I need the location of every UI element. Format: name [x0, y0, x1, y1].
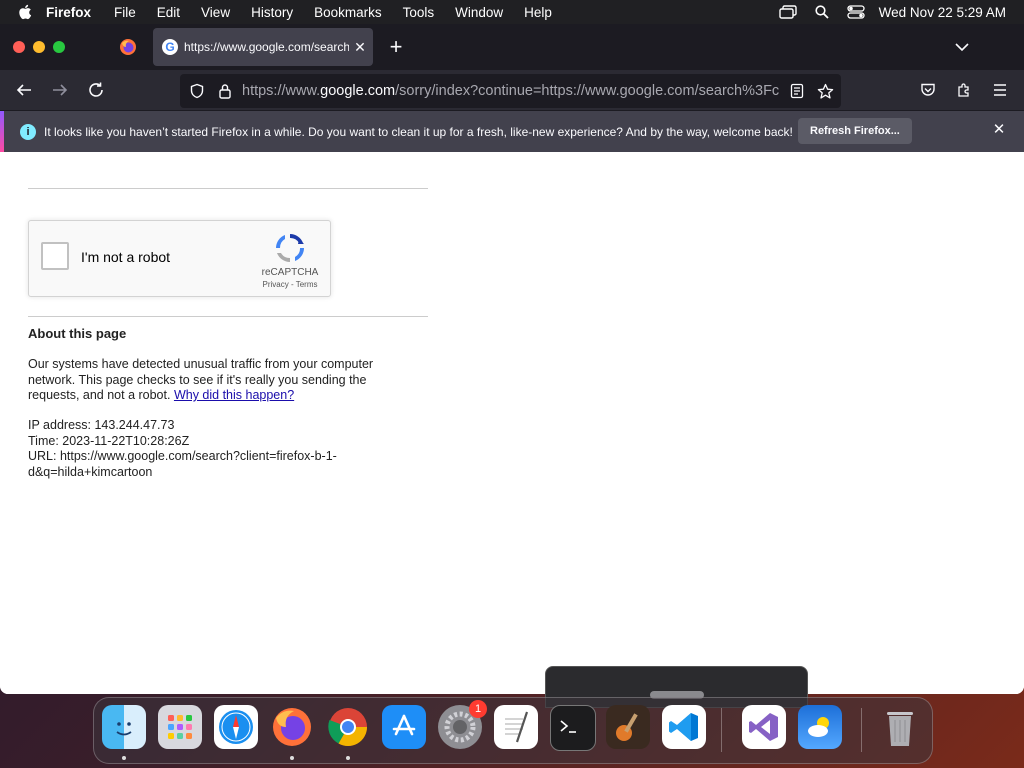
menu-tools[interactable]: Tools: [403, 5, 435, 20]
divider: [28, 316, 428, 317]
safari-icon[interactable]: [214, 705, 258, 749]
menu-bookmarks[interactable]: Bookmarks: [314, 5, 382, 20]
firefox-window: G https://www.google.com/search ✕ + http…: [0, 24, 1024, 694]
divider: [28, 188, 428, 189]
menu-window[interactable]: Window: [455, 5, 503, 20]
list-all-tabs-chevron-down-icon[interactable]: [952, 37, 972, 57]
privacy-link[interactable]: Privacy: [263, 280, 289, 289]
spotlight-search-icon[interactable]: [813, 5, 831, 19]
notification-badge: 1: [469, 700, 487, 718]
launchpad-icon[interactable]: [158, 705, 202, 749]
notification-message: It looks like you haven’t started Firefo…: [44, 124, 793, 139]
tab-bar: G https://www.google.com/search ✕ +: [0, 24, 1024, 70]
recaptcha-logo-icon: [273, 231, 307, 265]
trash-icon[interactable]: [878, 705, 922, 749]
finder-icon[interactable]: [102, 705, 146, 749]
recaptcha-checkbox[interactable]: [41, 242, 69, 270]
pinned-tab-firefox[interactable]: [110, 30, 146, 64]
tab-title: https://www.google.com/search: [184, 40, 349, 54]
recaptcha-label: I'm not a robot: [81, 249, 171, 265]
reload-icon[interactable]: [85, 79, 107, 101]
close-window-button[interactable]: [13, 41, 25, 53]
apple-icon[interactable]: [18, 4, 34, 20]
menu-bar: Firefox File Edit View History Bookmarks…: [0, 0, 1024, 24]
close-tab-icon[interactable]: ✕: [352, 39, 368, 56]
reader-view-icon[interactable]: [788, 82, 806, 100]
recaptcha-links: Privacy - Terms: [262, 280, 318, 289]
menu-edit[interactable]: Edit: [157, 5, 180, 20]
visual-studio-icon[interactable]: [742, 705, 786, 749]
weather-icon[interactable]: [798, 705, 842, 749]
info-icon: i: [20, 123, 36, 140]
recaptcha-widget: I'm not a robot reCAPTCHA Privacy - Term…: [28, 220, 331, 297]
menubar-clock[interactable]: Wed Nov 22 5:29 AM: [879, 5, 1006, 20]
forward-arrow-icon[interactable]: [49, 79, 71, 101]
app-store-icon[interactable]: [382, 705, 426, 749]
terms-link[interactable]: Terms: [296, 280, 318, 289]
ip-address: IP address: 143.244.47.73: [28, 418, 175, 432]
minimize-window-button[interactable]: [33, 41, 45, 53]
refresh-firefox-button[interactable]: Refresh Firefox...: [798, 118, 912, 144]
request-url-continued: d&q=hilda+kimcartoon: [28, 464, 153, 479]
menu-help[interactable]: Help: [524, 5, 552, 20]
back-arrow-icon[interactable]: [13, 79, 35, 101]
new-tab-button[interactable]: +: [386, 32, 406, 62]
textedit-icon[interactable]: [494, 705, 538, 749]
tracking-protection-shield-icon[interactable]: [188, 82, 206, 100]
pocket-icon[interactable]: [917, 79, 939, 101]
terminal-icon[interactable]: [550, 705, 596, 751]
navigation-toolbar: https://www.google.com/sorry/index?conti…: [0, 70, 1024, 110]
page-content: I'm not a robot reCAPTCHA Privacy - Term…: [0, 152, 1024, 694]
zoom-window-button[interactable]: [53, 41, 65, 53]
why-did-this-happen-link[interactable]: Why did this happen?: [174, 388, 294, 402]
google-favicon-icon: G: [162, 39, 178, 55]
firefox-icon: [120, 39, 136, 55]
request-url: URL: https://www.google.com/search?clien…: [28, 449, 337, 463]
vscode-icon[interactable]: [662, 705, 706, 749]
firefox-dock-icon[interactable]: [270, 705, 314, 749]
tab-google-search[interactable]: G https://www.google.com/search ✕: [153, 28, 373, 66]
about-heading: About this page: [28, 326, 127, 341]
control-center-icon[interactable]: [847, 5, 865, 19]
request-details: IP address: 143.244.47.73 Time: 2023-11-…: [28, 418, 388, 480]
timestamp: Time: 2023-11-22T10:28:26Z: [28, 433, 190, 448]
address-bar[interactable]: https://www.google.com/sorry/index?conti…: [180, 74, 841, 108]
screen-mirroring-icon[interactable]: [778, 5, 797, 19]
close-notification-icon[interactable]: ✕: [992, 122, 1006, 137]
chrome-icon[interactable]: [326, 705, 370, 749]
hamburger-menu-icon[interactable]: [989, 79, 1011, 101]
menu-app-name[interactable]: Firefox: [46, 5, 91, 20]
extensions-puzzle-icon[interactable]: [953, 79, 975, 101]
menu-history[interactable]: History: [251, 5, 293, 20]
url-text[interactable]: https://www.google.com/sorry/index?conti…: [242, 83, 780, 99]
notification-bar: i It looks like you haven’t started Fire…: [0, 110, 1024, 152]
recaptcha-brand: reCAPTCHA: [261, 267, 319, 278]
garageband-guitar-icon[interactable]: [606, 705, 650, 749]
lock-icon[interactable]: [216, 82, 234, 100]
about-text: Our systems have detected unusual traffi…: [28, 357, 374, 402]
system-settings-gear-icon[interactable]: 1: [438, 700, 487, 749]
dock: 1: [93, 697, 933, 764]
menu-file[interactable]: File: [114, 5, 136, 20]
bookmark-star-icon[interactable]: [816, 82, 834, 100]
menu-view[interactable]: View: [201, 5, 230, 20]
